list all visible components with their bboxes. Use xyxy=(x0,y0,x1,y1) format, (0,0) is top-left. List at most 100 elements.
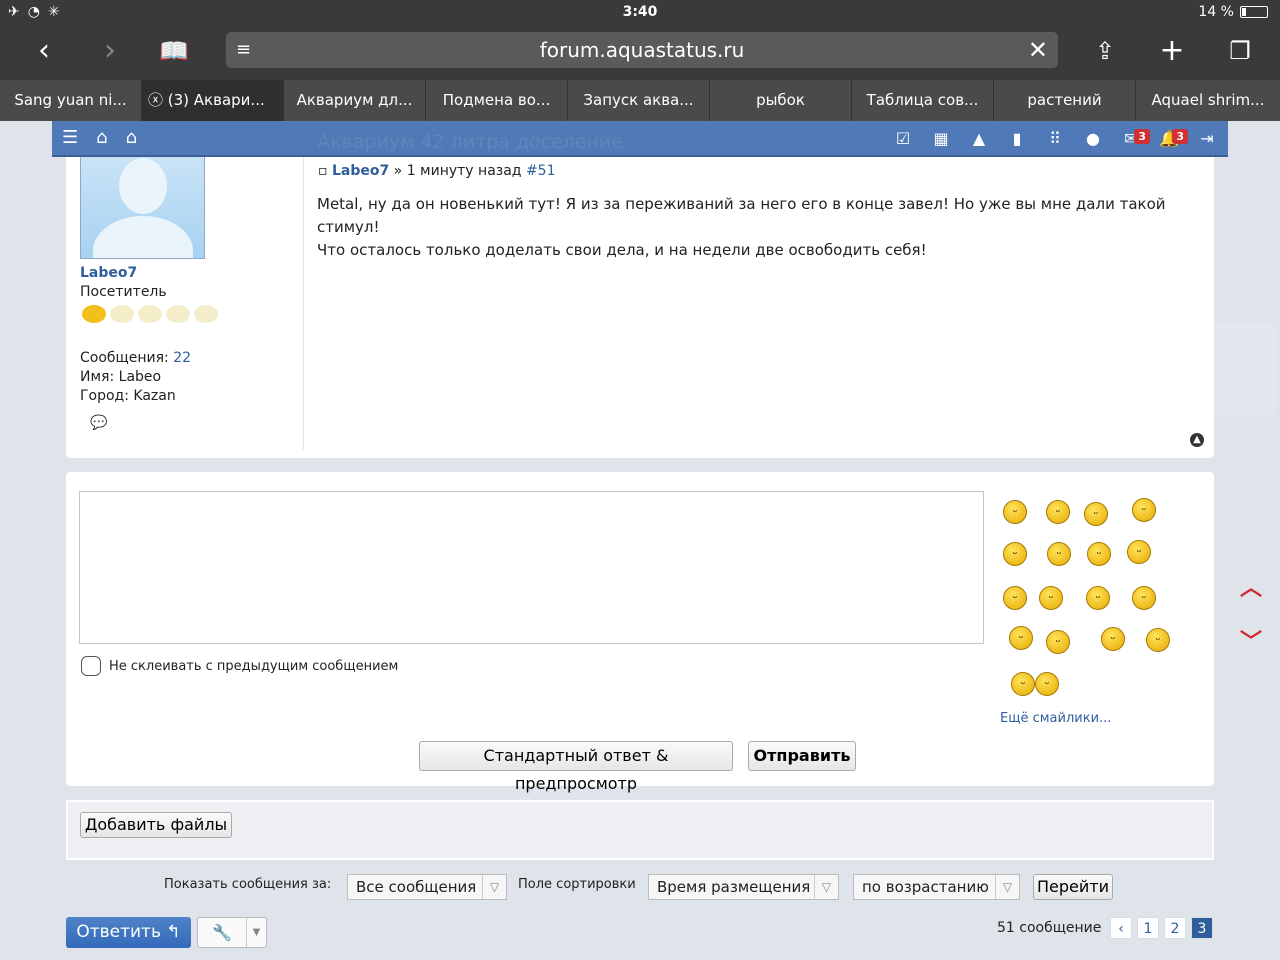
preview-button[interactable]: Стандартный ответ & предпросмотр xyxy=(419,741,733,793)
alerts-badge: 3 xyxy=(1172,129,1188,144)
calculator-icon[interactable]: ▦ xyxy=(928,129,954,148)
messages-badge: 3 xyxy=(1134,129,1150,144)
smiley-icon[interactable]: ᵕ xyxy=(1087,542,1111,566)
quick-reply: Не склеивать с предыдущим сообщением ᵕ ᵕ… xyxy=(66,472,1214,793)
tab[interactable]: Sang yuan ni... xyxy=(0,80,142,121)
smiley-icon[interactable]: ᵕ xyxy=(1011,672,1035,696)
post-number[interactable]: #51 xyxy=(526,163,556,179)
book-icon[interactable]: ▮ xyxy=(1004,129,1030,148)
alerts-icon[interactable]: 🔔 3 xyxy=(1156,129,1188,148)
sort-order-select[interactable]: по возрастанию ▽ xyxy=(853,874,1020,900)
no-merge-checkbox[interactable]: Не склеивать с предыдущим сообщением xyxy=(81,656,398,676)
smiley-icon[interactable]: ᵕ xyxy=(1003,500,1027,524)
scroll-top-icon[interactable]: ▲ xyxy=(1190,433,1204,447)
page-link[interactable]: 2 xyxy=(1164,917,1186,939)
prev-page-icon[interactable]: ‹ xyxy=(1110,917,1132,939)
smiley-icon[interactable]: ᵕ xyxy=(1039,586,1063,610)
battery-icon xyxy=(1240,6,1268,18)
page-current[interactable]: 3 xyxy=(1191,917,1213,939)
page-link[interactable]: 1 xyxy=(1137,917,1159,939)
forum-icon[interactable]: ⌂ xyxy=(96,127,107,148)
smiley-icon[interactable]: ᵕ xyxy=(1003,586,1027,610)
clear-icon[interactable]: ✕ xyxy=(1028,32,1048,68)
tab-bar: Sang yuan ni... ⓧ (3) Аквари... Аквариум… xyxy=(0,80,1280,121)
reply-button[interactable]: Ответить ↰ xyxy=(66,917,191,948)
more-smilies-link[interactable]: Ещё смайлики... xyxy=(1000,711,1111,726)
tab[interactable]: Запуск аква... xyxy=(568,80,710,121)
grid-icon[interactable]: ⠿ xyxy=(1042,129,1068,148)
chevron-down-icon: ▽ xyxy=(995,875,1019,899)
new-tab-icon[interactable]: + xyxy=(1152,34,1192,70)
add-files-button[interactable]: Добавить файлы xyxy=(80,812,232,838)
reply-textarea[interactable] xyxy=(79,491,984,644)
tab[interactable]: Аквариум дл... xyxy=(284,80,426,121)
reader-icon[interactable]: ≡ xyxy=(236,32,251,68)
sort-field-select[interactable]: Время размещения ▽ xyxy=(648,874,839,900)
logout-icon[interactable]: ⇥ xyxy=(1194,129,1220,148)
messages-icon[interactable]: ✉ 3 xyxy=(1118,129,1150,148)
share-icon[interactable]: ⇪ xyxy=(1085,34,1125,70)
bookmarks-icon[interactable]: 📖 xyxy=(154,34,194,70)
tab[interactable]: растений xyxy=(994,80,1136,121)
post-body: Metal, ну да он новенький тут! Я из за п… xyxy=(317,195,1166,259)
thread-title: Аквариум 42 литра доселение xyxy=(317,131,624,153)
send-button[interactable]: Отправить xyxy=(748,741,856,771)
browser-toolbar: ‹ › 📖 ≡ forum.aquastatus.ru ✕ ⇪ + ❐ xyxy=(0,26,1280,80)
fish-icon xyxy=(194,305,218,323)
battery-percent: 14 % xyxy=(1198,4,1234,20)
smiley-icon[interactable]: ᵕ xyxy=(1132,586,1156,610)
url-text: forum.aquastatus.ru xyxy=(539,38,745,62)
post-author[interactable]: Labeo7 xyxy=(332,163,389,179)
post-user-info: Labeo7 Посетитель Сообщения: 22 Имя: Lab… xyxy=(66,137,304,450)
chat-icon[interactable]: 💬 xyxy=(90,415,107,431)
smiley-icon[interactable]: ᵕ xyxy=(1086,586,1110,610)
user-messages: Сообщения: 22 xyxy=(80,350,192,366)
tab[interactable]: Aquael shrim... xyxy=(1136,80,1280,121)
smiley-icon[interactable]: ᵕ xyxy=(1003,542,1027,566)
post-icon: ▫ xyxy=(318,163,328,179)
menu-icon[interactable]: ☰ xyxy=(62,127,78,148)
smiley-icon[interactable]: ᵕ xyxy=(1047,542,1071,566)
post: Labeo7 Посетитель Сообщения: 22 Имя: Lab… xyxy=(66,137,1214,458)
forward-icon[interactable]: › xyxy=(90,34,130,70)
tab-active[interactable]: ⓧ (3) Аквари... xyxy=(142,80,284,121)
close-tab-icon[interactable]: ⓧ xyxy=(148,91,168,109)
smiley-icon[interactable]: ᵕ xyxy=(1127,540,1151,564)
checkbox[interactable] xyxy=(81,656,101,676)
back-icon[interactable]: ‹ xyxy=(24,34,64,70)
forum-navbar: ☰ ⌂ ⌂ Аквариум 42 литра доселение ☑ ▦ ▲ … xyxy=(52,121,1228,157)
smiley-icon[interactable]: ᵕ xyxy=(1035,672,1059,696)
smiley-icon[interactable]: ᵕ xyxy=(1046,500,1070,524)
tabs-icon[interactable]: ❐ xyxy=(1220,34,1260,70)
address-bar[interactable]: ≡ forum.aquastatus.ru ✕ xyxy=(226,32,1058,68)
show-messages-label: Показать сообщения за: xyxy=(164,877,332,892)
tab[interactable]: рыбок xyxy=(710,80,852,121)
sort-field-label: Поле сортировки xyxy=(518,877,636,892)
smiley-icon[interactable]: ᵕ xyxy=(1146,628,1170,652)
post-time: 1 минуту назад xyxy=(406,163,522,179)
tools-button[interactable]: 🔧 ▼ xyxy=(197,917,267,948)
user-rank: Посетитель xyxy=(80,284,167,300)
user-real-name: Имя: Labeo xyxy=(80,369,162,385)
smiley-icon[interactable]: ᵕ xyxy=(1009,626,1033,650)
user-rating xyxy=(82,305,218,323)
period-select[interactable]: Все сообщения ▽ xyxy=(347,874,507,900)
smiley-icon[interactable]: ᵕ xyxy=(1101,627,1125,651)
user-icon[interactable]: ● xyxy=(1080,129,1106,148)
chevron-down-icon: ▼ xyxy=(246,918,266,947)
smiley-icon[interactable]: ᵕ xyxy=(1046,630,1070,654)
chevron-down-icon: ▽ xyxy=(482,875,506,899)
smiley-icon[interactable]: ᵕ xyxy=(1084,502,1108,526)
tasks-icon[interactable]: ☑ xyxy=(890,129,916,148)
status-bar: ✈ ◔ ✳ 3:40 14 % xyxy=(0,0,1280,26)
attachments-panel: Добавить файлы xyxy=(66,800,1214,860)
home-icon[interactable]: ⌂ xyxy=(126,127,137,148)
tab[interactable]: Подмена во... xyxy=(426,80,568,121)
user-name[interactable]: Labeo7 xyxy=(80,265,137,281)
scroll-down-icon[interactable]: ﹀ xyxy=(1240,624,1262,656)
scroll-up-icon[interactable]: ︿ xyxy=(1240,570,1262,602)
go-button[interactable]: Перейти xyxy=(1033,874,1113,900)
smiley-icon[interactable]: ᵕ xyxy=(1132,498,1156,522)
tab[interactable]: Таблица сов... xyxy=(852,80,994,121)
education-icon[interactable]: ▲ xyxy=(966,129,992,148)
